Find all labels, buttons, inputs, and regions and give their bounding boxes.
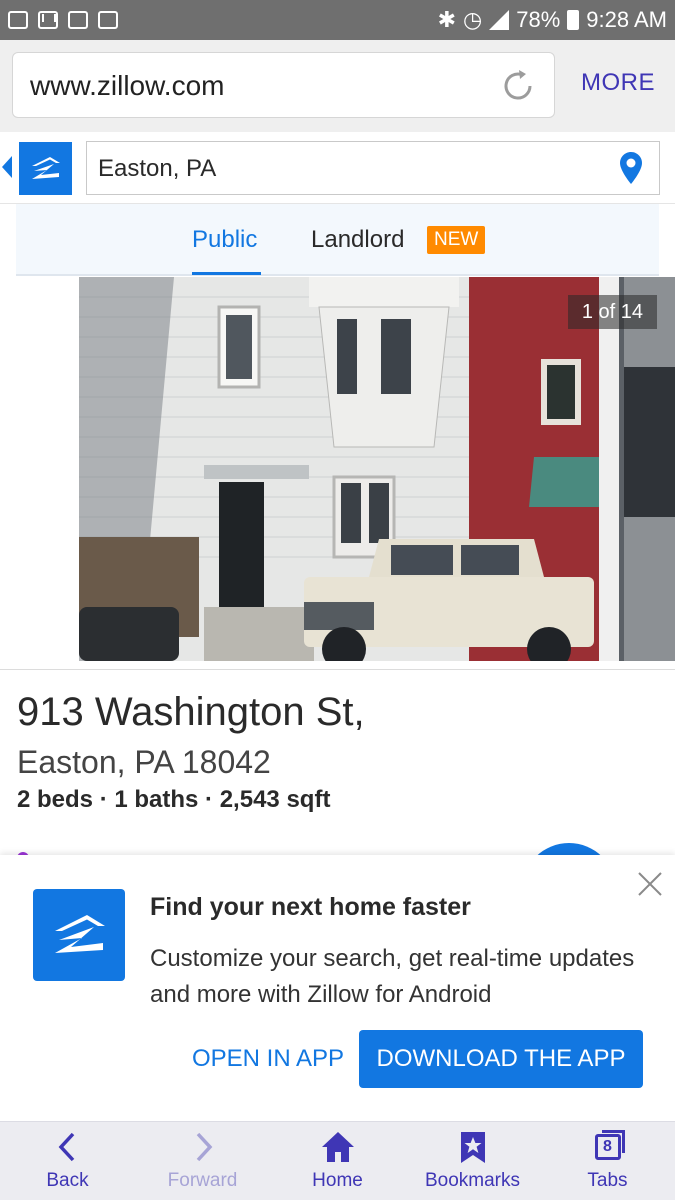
nav-home-label: Home [312,1170,363,1191]
zillow-z-icon [55,915,105,953]
new-badge: NEW [427,226,486,254]
clipboard-check-icon [98,11,118,29]
close-icon[interactable] [637,871,663,897]
nav-tabs[interactable]: 8 Tabs [540,1122,675,1200]
back-chevron-icon [58,1132,74,1162]
search-value[interactable]: Easton, PA [98,155,216,183]
zillow-app-logo [33,889,125,981]
nav-forward[interactable]: Forward [135,1122,270,1200]
battery-percentage: 78% [516,7,561,32]
address-bar[interactable]: www.zillow.com [12,52,555,118]
address-line-2: Easton, PA 18042 [17,744,271,780]
location-search-input[interactable]: Easton, PA [86,141,660,195]
tabs-icon: 8 [594,1130,625,1160]
browser-toolbar: www.zillow.com MORE [0,40,675,132]
browser-bottom-nav: Back Forward Home Bookmarks 8 Tabs [0,1121,675,1200]
promo-title: Find your next home faster [150,893,471,921]
notification-icons [8,11,118,29]
nav-back-label: Back [46,1170,89,1191]
address-line-1: 913 Washington St, [17,690,365,734]
house-photo-illustration [79,277,675,661]
menu-caret-icon[interactable] [2,156,12,178]
listing-photo[interactable]: 1 of 14 [79,277,675,661]
bluetooth-icon: ✱ [437,7,457,32]
tab-public[interactable]: Public [192,226,257,254]
clock: 9:28 AM [586,7,667,32]
nav-bookmarks[interactable]: Bookmarks [405,1122,540,1200]
nav-forward-label: Forward [167,1170,238,1191]
nav-bookmarks-label: Bookmarks [424,1170,521,1191]
download-app-button[interactable]: DOWNLOAD THE APP [359,1030,643,1088]
gmail-icon [38,11,58,29]
listing-type-tabs: Public Landlord NEW [16,204,659,276]
battery-icon [567,10,580,30]
system-indicators: ✱ ◷ 78% 9:28 AM [438,7,667,33]
nav-tabs-label: Tabs [587,1170,628,1191]
alarm-icon: ◷ [463,7,483,32]
reload-icon[interactable] [500,68,536,104]
listing-facts: 2 beds · 1 baths · 2,543 sqft [17,786,331,813]
notification-icon [8,11,28,29]
site-header: Easton, PA [0,132,675,204]
promo-description: Customize your search, get real-time upd… [150,945,635,1008]
app-promo-banner: Find your next home faster Customize you… [0,855,675,1121]
signal-icon [489,10,510,30]
location-pin-icon[interactable] [620,152,642,184]
voicemail-icon [68,11,88,29]
status-bar: ✱ ◷ 78% 9:28 AM [0,0,675,40]
forward-chevron-icon [196,1132,212,1162]
url-text[interactable]: www.zillow.com [30,70,224,102]
home-icon [321,1132,354,1162]
nav-home[interactable]: Home [270,1122,405,1200]
more-button[interactable]: MORE [581,69,655,97]
zillow-z-icon [32,157,60,179]
photo-counter: 1 of 14 [567,295,657,329]
active-tab-indicator [192,272,261,275]
bookmark-star-icon [460,1132,485,1163]
zillow-logo[interactable] [19,142,72,195]
nav-back[interactable]: Back [0,1122,135,1200]
tab-landlord[interactable]: Landlord [311,226,404,254]
photo-divider [0,669,675,670]
open-in-app-button[interactable]: OPEN IN APP [192,1045,344,1073]
